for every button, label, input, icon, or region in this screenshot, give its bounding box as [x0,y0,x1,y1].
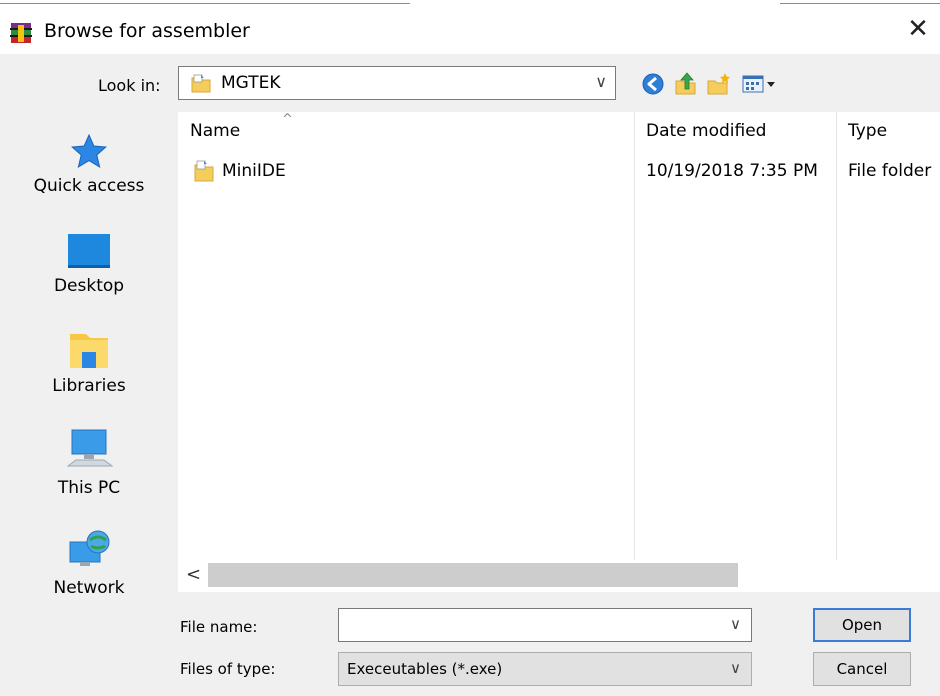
places-bar: Quick access Desktop Libraries This PC N… [0,110,178,630]
computer-icon [66,429,114,467]
up-folder-icon[interactable] [673,71,699,97]
row-date-modified: 10/19/2018 7:35 PM [646,161,818,181]
look-in-value: MGTEK [221,73,281,93]
place-quick-access[interactable]: Quick access [0,132,178,196]
horizontal-scrollbar[interactable]: < [178,560,940,592]
place-desktop[interactable]: Desktop [0,232,178,296]
place-label: This PC [57,478,121,498]
libraries-icon [70,334,108,368]
folder-icon [191,74,211,93]
file-name-combobox[interactable]: ∨ [338,608,752,642]
top-edge-line [780,3,940,4]
column-header-type[interactable]: Type [848,121,887,141]
view-menu-icon[interactable] [740,71,782,97]
place-label: Libraries [52,376,126,396]
scroll-left-icon[interactable]: < [186,564,201,585]
scroll-thumb[interactable] [208,563,738,587]
place-this-pc[interactable]: This PC [0,428,178,498]
open-button[interactable]: Open [813,608,911,642]
files-of-type-value: Execeutables (*.exe) [347,660,503,678]
row-type: File folder [848,161,932,181]
place-label: Network [53,578,125,598]
file-list[interactable]: ^ Name Date modified Type MiniIDE 10/19/… [178,112,940,560]
network-icon [69,530,110,566]
close-icon: ✕ [907,14,929,44]
back-icon[interactable] [640,71,666,97]
place-label: Quick access [33,176,145,196]
look-in-label: Look in: [98,76,161,95]
column-header-date-modified[interactable]: Date modified [646,121,766,141]
chevron-down-icon[interactable]: ∨ [595,72,607,91]
desktop-icon [68,234,110,268]
files-of-type-dropdown[interactable]: Execeutables (*.exe) ∨ [338,652,752,686]
window-title: Browse for assembler [44,20,250,42]
chevron-down-icon[interactable]: ∨ [730,659,741,677]
table-row[interactable]: MiniIDE 10/19/2018 7:35 PM File folder [178,156,940,186]
place-libraries[interactable]: Libraries [0,330,178,396]
file-name-label: File name: [180,618,258,636]
place-label: Desktop [53,276,125,296]
new-folder-icon[interactable] [706,71,732,97]
files-of-type-label: Files of type: [180,660,276,678]
star-icon [70,133,108,169]
place-network[interactable]: Network [0,528,178,598]
top-edge-line [0,3,410,4]
winrar-books-icon [10,23,32,43]
row-name: MiniIDE [222,161,286,181]
look-in-combobox[interactable]: MGTEK ∨ [178,66,616,100]
title-bar: Browse for assembler ✕ [0,6,940,54]
cancel-button[interactable]: Cancel [813,652,911,686]
close-button[interactable]: ✕ [896,10,940,50]
chevron-down-icon[interactable]: ∨ [730,615,741,633]
column-header-name[interactable]: Name [190,121,240,141]
sort-ascending-icon: ^ [282,112,293,127]
folder-icon [194,160,214,182]
